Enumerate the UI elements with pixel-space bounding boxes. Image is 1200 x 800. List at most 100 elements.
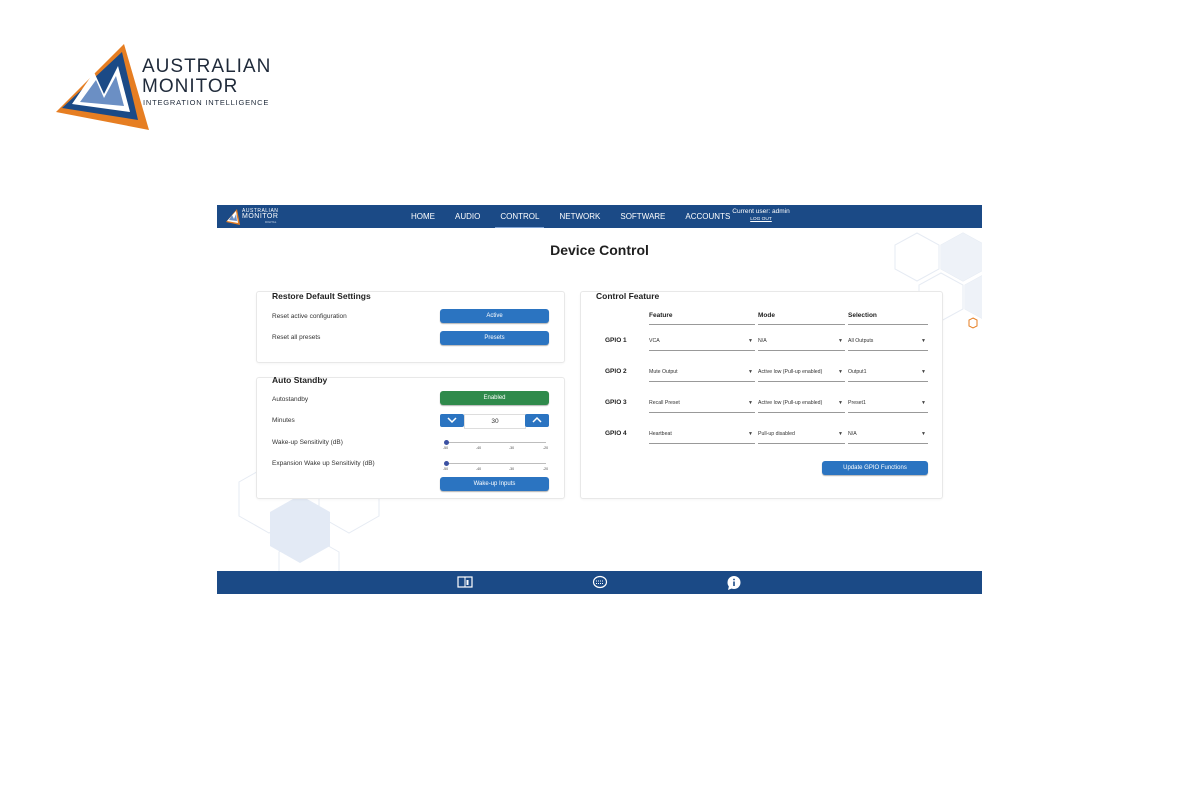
gpio-2-mode-value: Active low (Pull-up enabled) (758, 369, 823, 375)
selection-column-header: Selection (848, 312, 877, 319)
app-logo[interactable]: AUSTRALIAN MONITOR DIGITAL (225, 207, 285, 226)
exp-wake-tick-1: -50 (443, 467, 449, 471)
control-feature-card: Control Feature Feature Mode Selection G… (580, 291, 943, 499)
wake-up-inputs-button[interactable]: Wake-up Inputs (440, 477, 549, 491)
brand-logo: AUSTRALIAN MONITOR INTEGRATION INTELLIGE… (54, 42, 294, 132)
caret-down-icon: ▼ (921, 431, 926, 437)
footer-bar (217, 571, 982, 594)
nav-control[interactable]: CONTROL (495, 205, 545, 228)
manual-icon[interactable] (457, 575, 473, 589)
expansion-wake-sensitivity-thumb[interactable] (444, 461, 449, 466)
autostandby-toggle-button[interactable]: Enabled (440, 391, 549, 405)
main-nav: HOME AUDIO CONTROL NETWORK SOFTWARE ACCO… (406, 205, 745, 228)
nav-accounts[interactable]: ACCOUNTS (680, 205, 735, 228)
minutes-label: Minutes (272, 417, 295, 424)
gpio-3-feature-select[interactable]: Recall Preset ▼ (649, 397, 755, 413)
expansion-wake-sensitivity-slider[interactable] (446, 463, 546, 464)
app-logo-icon (226, 209, 240, 225)
wake-tick-2: -40 (476, 446, 482, 450)
caret-down-icon: ▼ (748, 369, 753, 375)
brand-tagline: INTEGRATION INTELLIGENCE (143, 98, 270, 107)
minutes-decrease-button[interactable] (440, 414, 464, 427)
feature-header-underline (649, 324, 755, 325)
nav-audio[interactable]: AUDIO (450, 205, 485, 228)
gpio-1-feature-select[interactable]: VCA ▼ (649, 335, 755, 351)
gpio-3-selection-value: Preset1 (848, 400, 866, 406)
brand-logo-icon (56, 44, 149, 130)
wake-sensitivity-thumb[interactable] (444, 440, 449, 445)
caret-down-icon: ▼ (921, 338, 926, 344)
minutes-value[interactable]: 30 (464, 414, 526, 429)
gpio-4-mode-select[interactable]: Pull-up disabled ▼ (758, 428, 845, 444)
caret-down-icon: ▼ (748, 431, 753, 437)
brand-line-2: MONITOR (142, 76, 239, 97)
restore-defaults-card: Restore Default Settings Reset active co… (256, 291, 565, 363)
gpio-1-selection-select[interactable]: All Outputs ▼ (848, 335, 928, 351)
reset-presets-button[interactable]: Presets (440, 331, 549, 345)
feature-column-header: Feature (649, 312, 673, 319)
gpio-4-mode-value: Pull-up disabled (758, 431, 795, 437)
nav-software[interactable]: SOFTWARE (615, 205, 670, 228)
gpio-4-feature-select[interactable]: Heartbeat ▼ (649, 428, 755, 444)
wake-sensitivity-slider[interactable] (446, 442, 546, 443)
gpio-1-label: GPIO 1 (605, 337, 627, 344)
keyboard-icon[interactable] (592, 575, 608, 589)
restore-defaults-title: Restore Default Settings (272, 291, 371, 301)
brand-line-1: AUSTRALIAN (142, 56, 272, 77)
exp-wake-tick-2: -40 (476, 467, 482, 471)
reset-active-label: Reset active configuration (272, 313, 347, 320)
update-gpio-button[interactable]: Update GPIO Functions (822, 461, 928, 475)
caret-down-icon: ▼ (748, 338, 753, 344)
chevron-up-icon (532, 416, 542, 423)
gpio-2-label: GPIO 2 (605, 368, 627, 375)
gpio-1-selection-value: All Outputs (848, 338, 874, 344)
caret-down-icon: ▼ (921, 400, 926, 406)
caret-down-icon: ▼ (838, 431, 843, 437)
reset-active-button[interactable]: Active (440, 309, 549, 323)
gpio-2-selection-value: Output1 (848, 369, 867, 375)
reset-presets-label: Reset all presets (272, 334, 321, 341)
nav-home[interactable]: HOME (406, 205, 440, 228)
current-user-label: Current user: admin (732, 208, 790, 215)
gpio-3-selection-select[interactable]: Preset1 ▼ (848, 397, 928, 413)
mode-header-underline (758, 324, 845, 325)
app-logo-line-3: DIGITAL (265, 220, 277, 224)
info-chat-icon[interactable] (726, 575, 742, 590)
selection-header-underline (848, 324, 928, 325)
caret-down-icon: ▼ (838, 338, 843, 344)
caret-down-icon: ▼ (838, 369, 843, 375)
caret-down-icon: ▼ (838, 400, 843, 406)
gpio-4-selection-select[interactable]: N/A ▼ (848, 428, 928, 444)
autostandby-label: Autostandby (272, 396, 309, 403)
gpio-4-feature-value: Heartbeat (649, 431, 672, 437)
mode-column-header: Mode (758, 312, 775, 319)
control-feature-title: Control Feature (596, 291, 660, 301)
nav-network[interactable]: NETWORK (554, 205, 605, 228)
app-logo-line-2: MONITOR (242, 213, 279, 220)
page-title: Device Control (550, 242, 649, 258)
chevron-down-icon (447, 417, 457, 424)
gpio-4-label: GPIO 4 (605, 430, 627, 437)
gpio-2-feature-value: Mute Output (649, 369, 678, 375)
caret-down-icon: ▼ (748, 400, 753, 406)
gpio-1-feature-value: VCA (649, 338, 660, 344)
gpio-2-mode-select[interactable]: Active low (Pull-up enabled) ▼ (758, 366, 845, 382)
gpio-4-selection-value: N/A (848, 431, 857, 437)
gpio-1-mode-value: N/A (758, 338, 767, 344)
exp-wake-tick-3: -30 (509, 467, 515, 471)
gpio-3-label: GPIO 3 (605, 399, 627, 406)
gpio-1-mode-select[interactable]: N/A ▼ (758, 335, 845, 351)
minutes-increase-button[interactable] (525, 414, 549, 427)
logout-link[interactable]: LOG OUT (731, 217, 791, 222)
gpio-3-mode-select[interactable]: Active low (Pull-up enabled) ▼ (758, 397, 845, 413)
exp-wake-tick-4: -20 (543, 467, 549, 471)
top-navigation-bar: AUSTRALIAN MONITOR DIGITAL HOME AUDIO CO… (217, 205, 982, 228)
app-window: AUSTRALIAN MONITOR DIGITAL HOME AUDIO CO… (217, 205, 982, 594)
user-info: Current user: admin LOG OUT (731, 208, 791, 222)
wake-tick-3: -30 (509, 446, 515, 450)
auto-standby-card: Auto Standby Autostandby Enabled Minutes… (256, 375, 565, 499)
gpio-2-selection-select[interactable]: Output1 ▼ (848, 366, 928, 382)
gpio-3-mode-value: Active low (Pull-up enabled) (758, 400, 823, 406)
wake-sensitivity-label: Wake-up Sensitivity (dB) (272, 439, 343, 446)
gpio-2-feature-select[interactable]: Mute Output ▼ (649, 366, 755, 382)
